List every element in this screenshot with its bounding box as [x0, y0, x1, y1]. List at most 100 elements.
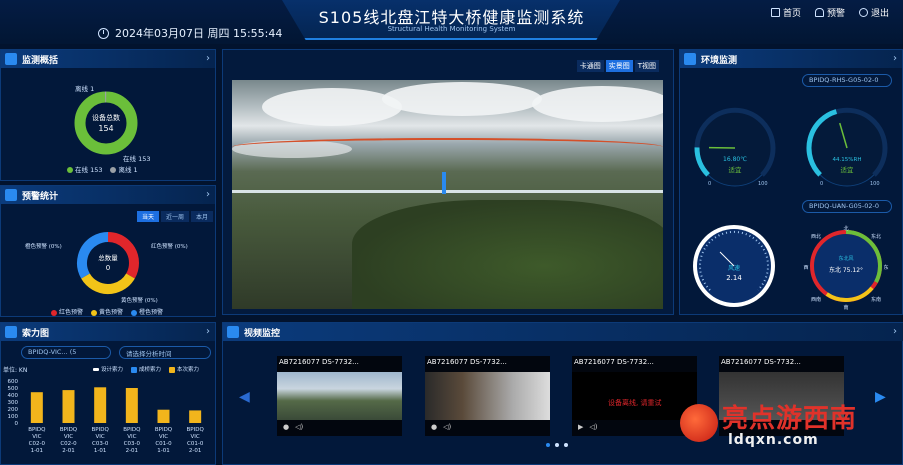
- wind-speed-value: 2.14: [726, 274, 742, 282]
- nav-logout-label: 退出: [870, 9, 889, 19]
- alarm-icon: [5, 189, 17, 201]
- x-tick-label: 2-01: [189, 448, 201, 454]
- label-red: 红色预警 (0%): [151, 244, 188, 250]
- x-tick-label: C03-0: [92, 441, 109, 447]
- cable-force-bar[interactable]: [157, 409, 170, 423]
- x-tick-label: 1-01: [157, 448, 169, 454]
- legend-red: 红色预警: [51, 307, 83, 316]
- chevron-right-icon[interactable]: ›: [893, 53, 897, 64]
- tab-live[interactable]: 实景图: [605, 60, 633, 72]
- legend-yellow: 黄色预警: [91, 307, 123, 316]
- offline-dot: [110, 167, 117, 173]
- view-tabs: 卡通图 实景图 T视图: [576, 60, 659, 72]
- online-arc: [74, 91, 138, 155]
- camera-label: AB7216077 DS-7732...: [427, 358, 507, 366]
- dir-west: 西: [803, 265, 808, 271]
- tab-cartoon[interactable]: 卡通图: [576, 60, 604, 72]
- camera-tile-3[interactable]: AB7216077 DS-7732... 设备离线, 请重试 ▶ ◁): [572, 356, 697, 436]
- temperature-max: 100: [758, 181, 768, 187]
- yellow-dot: [91, 309, 98, 316]
- label-yellow: 黄色预警 (0%): [121, 298, 158, 304]
- camera-controls: ▶ ◁): [572, 420, 697, 434]
- tab-tview[interactable]: T视图: [634, 60, 659, 72]
- dir-northeast: 东北: [871, 233, 881, 240]
- volume-icon[interactable]: ◁): [589, 423, 597, 431]
- chevron-right-icon[interactable]: ›: [206, 326, 210, 337]
- nav-alarm[interactable]: 预警: [814, 6, 845, 19]
- cable-force-bar[interactable]: [30, 392, 43, 423]
- chevron-right-icon[interactable]: ›: [206, 189, 210, 200]
- wind-speed-gauge: 风速 2.14: [693, 225, 775, 307]
- tools-icon: [684, 53, 696, 65]
- volume-icon[interactable]: ◁): [295, 423, 303, 431]
- legend-offline-label: 离线 1: [118, 166, 138, 174]
- monitor-overview-panel: 监测概括 › 设备总数 154 离线 1 在线 153 在线 153 离线 1: [0, 49, 216, 181]
- top-nav: 首页 预警 退出: [770, 6, 889, 19]
- y-tick-label: 100: [8, 414, 19, 420]
- tab-week[interactable]: 近一周: [161, 211, 190, 222]
- camera-label: AB7216077 DS-7732...: [279, 358, 359, 366]
- cable-force-bar[interactable]: [62, 390, 75, 423]
- prev-arrow-icon[interactable]: ◀: [239, 389, 250, 405]
- play-icon[interactable]: ▶: [578, 423, 583, 431]
- legend-orange-label: 橙色预警: [139, 309, 164, 316]
- cloud: [262, 88, 402, 126]
- alarm-stats-title: 预警统计: [22, 191, 59, 202]
- legend-bridge: 成桥索力: [131, 365, 161, 373]
- play-icon[interactable]: ●: [283, 423, 289, 431]
- online-callout: 在线 153: [123, 155, 151, 163]
- env-select-top[interactable]: BPIDQ-RHS-G05-02-0: [802, 74, 892, 87]
- dir-northwest: 西北: [811, 233, 821, 240]
- next-arrow-icon[interactable]: ▶: [875, 389, 886, 405]
- orange-dot: [131, 309, 138, 316]
- play-icon[interactable]: ●: [431, 423, 437, 431]
- home-icon: [770, 8, 780, 17]
- watermark-text: 亮点游西南: [722, 404, 858, 434]
- chevron-right-icon[interactable]: ›: [893, 326, 897, 337]
- watermark-logo: [680, 404, 718, 442]
- camera-tile-1[interactable]: AB7216077 DS-7732... ● ◁): [277, 356, 402, 436]
- wind-direction-gauge: 北 南 东 西 东北 西北 东南 西南 东北风 东北 75.12°: [803, 225, 888, 310]
- time-select[interactable]: 请选择分析时间: [119, 346, 211, 359]
- bridge-tower-marker[interactable]: [442, 172, 446, 194]
- legend-orange: 橙色预警: [131, 307, 163, 316]
- dir-south: 南: [843, 304, 848, 310]
- nav-home[interactable]: 首页: [770, 6, 801, 19]
- bridge-cable: [232, 138, 663, 156]
- bridge-swatch: [131, 366, 138, 373]
- camera-tile-2[interactable]: AB7216077 DS-7732... ● ◁): [425, 356, 550, 436]
- cable-force-chart: 6005004003002001000BPIDQVICC02-01-01BPID…: [8, 379, 205, 454]
- temperature-state: 适宜: [729, 165, 743, 174]
- tab-month[interactable]: 本月: [191, 211, 214, 222]
- cable-select[interactable]: BPIDQ-VIC... (5: [21, 346, 111, 359]
- alarm-center-label: 总数量: [98, 253, 118, 262]
- y-tick-label: 200: [8, 407, 19, 413]
- humidity-state: 适宜: [841, 165, 855, 174]
- cable-force-bar[interactable]: [94, 387, 107, 423]
- environment-title: 环境监测: [701, 55, 738, 66]
- x-tick-label: BPIDQ: [187, 427, 205, 433]
- camera-controls: ● ◁): [425, 420, 550, 434]
- header: S105线北盘江特大桥健康监测系统 Structural Health Moni…: [0, 0, 903, 44]
- y-tick-label: 300: [8, 400, 19, 406]
- tab-today[interactable]: 当天: [137, 211, 160, 222]
- chevron-right-icon[interactable]: ›: [206, 53, 210, 64]
- env-select-bottom[interactable]: BPIDQ-UAN-G05-02-0: [802, 200, 892, 213]
- nav-logout[interactable]: 退出: [858, 6, 889, 19]
- camera-feed: [425, 372, 550, 420]
- pager-dot[interactable]: [546, 443, 550, 447]
- volume-icon[interactable]: ◁): [443, 423, 451, 431]
- mountain: [352, 200, 663, 309]
- x-tick-label: 1-01: [31, 448, 43, 454]
- legend-design: 设计索力: [93, 365, 123, 373]
- pager-dot[interactable]: [564, 443, 568, 447]
- environment-panel: 环境监测 › BPIDQ-RHS-G05-02-0 16.80℃ 适宜 0 10…: [679, 49, 903, 315]
- cable-force-bar[interactable]: [125, 388, 138, 423]
- cable-force-bar[interactable]: [189, 410, 202, 423]
- pager-dot[interactable]: [555, 443, 559, 447]
- alarm-legend: 红色预警 黄色预警 橙色预警: [51, 307, 163, 316]
- x-tick-label: VIC: [191, 434, 200, 440]
- camera-feed: [277, 372, 402, 420]
- environment-header: 环境监测: [680, 50, 902, 68]
- cloud: [532, 86, 663, 122]
